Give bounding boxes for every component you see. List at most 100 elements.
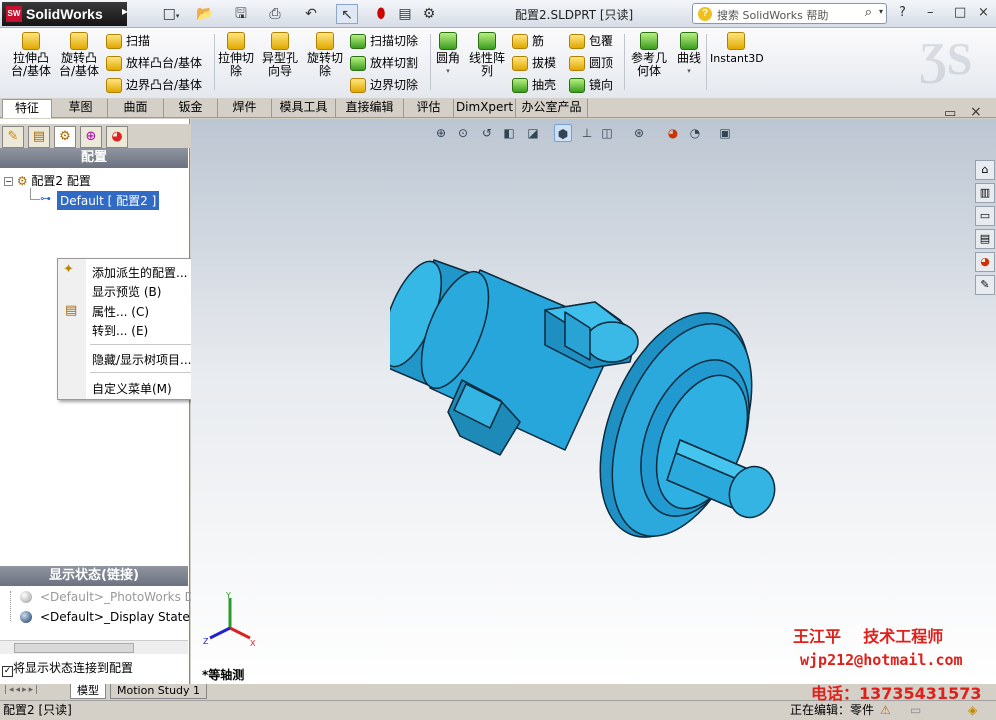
- fillet-button[interactable]: 圆角 ▾: [432, 32, 464, 78]
- instant3d-button[interactable]: Instant3D: [710, 32, 764, 65]
- undo-icon[interactable]: ↶: [300, 4, 322, 24]
- tab-evaluate[interactable]: 评估: [404, 99, 454, 118]
- close-button[interactable]: ×: [978, 5, 989, 20]
- rebuild-traffic-light-icon[interactable]: ⬮: [370, 4, 392, 24]
- view-palette-icon[interactable]: ▤: [975, 229, 995, 249]
- options-icon[interactable]: ⚙: [418, 4, 440, 24]
- horizontal-scrollbar[interactable]: [0, 640, 188, 654]
- lofted-cut-button[interactable]: 放样切割: [348, 54, 432, 74]
- view-settings-icon[interactable]: ▣: [716, 124, 734, 142]
- shell-button[interactable]: 抽壳: [510, 76, 566, 96]
- search-icon[interactable]: ⌕: [865, 5, 872, 20]
- curves-button[interactable]: 曲线 ▾: [674, 32, 704, 78]
- rib-button[interactable]: 筋: [510, 32, 566, 52]
- custom-properties-icon[interactable]: ✎: [975, 275, 995, 295]
- sweep-button[interactable]: 扫描: [104, 32, 214, 52]
- tab-direct-editing[interactable]: 直接编辑: [336, 99, 404, 118]
- checkbox-icon[interactable]: ✓: [2, 666, 13, 677]
- chevron-down-icon[interactable]: ▾: [879, 7, 883, 16]
- home-icon[interactable]: ⌂: [975, 160, 995, 180]
- zoom-to-area-icon[interactable]: ⊙: [454, 124, 472, 142]
- file-explorer-icon[interactable]: ▭: [975, 206, 995, 226]
- sweep-icon: [106, 34, 122, 49]
- revolve-boss-button[interactable]: 旋转凸 台/基体: [56, 32, 102, 78]
- reference-geometry-button[interactable]: 参考几 何体: [628, 32, 670, 78]
- properties-icon: ▤: [65, 303, 78, 318]
- menu-item-show-preview[interactable]: 显示预览 (B): [92, 283, 161, 300]
- watermark-email: wjp212@hotmail.com: [800, 651, 963, 669]
- viewport-restore-button[interactable]: ▭: [944, 106, 956, 121]
- extrude-cut-button[interactable]: 拉伸切除: [216, 32, 256, 78]
- menu-expand-arrow-icon[interactable]: ▸: [122, 4, 128, 18]
- loft-boss-button[interactable]: 放样凸台/基体: [104, 54, 214, 74]
- tab-motion-study[interactable]: Motion Study 1: [110, 684, 208, 699]
- help-button[interactable]: ?: [899, 5, 906, 20]
- tab-office-products[interactable]: 办公室产品: [516, 99, 588, 118]
- boundary-boss-button[interactable]: 边界凸台/基体: [104, 76, 214, 96]
- open-folder-icon[interactable]: 📂: [194, 4, 216, 24]
- minimize-button[interactable]: –: [927, 5, 934, 20]
- collapse-icon[interactable]: −: [4, 177, 13, 186]
- apply-scene-icon[interactable]: ◔: [686, 124, 704, 142]
- save-icon[interactable]: 🖫: [230, 4, 252, 24]
- chevron-down-icon[interactable]: ▾: [674, 65, 704, 78]
- help-search-box[interactable]: ? 搜索 SolidWorks 帮助 ⌕ ▾: [692, 3, 887, 24]
- new-document-icon[interactable]: □▾: [160, 4, 182, 24]
- mirror-button[interactable]: 镜向: [567, 76, 623, 96]
- config-tree-root[interactable]: − ⚙ 配置2 配置: [4, 172, 91, 189]
- menu-item-customize[interactable]: 自定义菜单(M): [92, 380, 172, 397]
- previous-view-icon[interactable]: ↺: [478, 124, 496, 142]
- tab-sketch[interactable]: 草图: [54, 99, 108, 118]
- display-style-icon[interactable]: ◫: [598, 124, 616, 142]
- view-orientation-icon[interactable]: ◪: [524, 124, 542, 142]
- display-manager-tab-icon[interactable]: ◕: [106, 126, 128, 148]
- edit-appearance-icon[interactable]: ◕: [664, 124, 682, 142]
- tab-features[interactable]: 特征: [2, 99, 52, 118]
- hide-show-items-icon[interactable]: ⊛: [630, 124, 648, 142]
- tab-surfaces[interactable]: 曲面: [108, 99, 164, 118]
- display-state-1[interactable]: <Default>_Display State 1: [40, 610, 201, 624]
- tab-dimxpert[interactable]: DimXpert: [454, 99, 516, 118]
- draft-button[interactable]: 拔模: [510, 54, 566, 74]
- axis-icon[interactable]: ⊥: [578, 124, 596, 142]
- tree-line: [10, 591, 11, 621]
- tab-sheet-metal[interactable]: 钣金: [164, 99, 218, 118]
- viewport-close-button[interactable]: ×: [970, 104, 982, 120]
- file-properties-icon[interactable]: ▤: [394, 4, 416, 24]
- section-view-icon[interactable]: ◧: [500, 124, 518, 142]
- revolve-cut-button[interactable]: 旋转切除: [304, 32, 346, 78]
- display-state-photoworks[interactable]: <Default>_PhotoWorks Di: [40, 590, 197, 604]
- help-question-icon: ?: [698, 7, 712, 21]
- boundary-cut-button[interactable]: 边界切除: [348, 76, 432, 96]
- swept-cut-button[interactable]: 扫描切除: [348, 32, 432, 52]
- menu-item-goto[interactable]: 转到... (E): [92, 322, 148, 339]
- tab-model[interactable]: 模型: [70, 684, 106, 699]
- dome-button[interactable]: 圆顶: [567, 54, 623, 74]
- dimxpert-manager-tab-icon[interactable]: ⊕: [80, 126, 102, 148]
- chevron-down-icon[interactable]: ▾: [432, 65, 464, 78]
- solidworks-menu-button[interactable]: SW SolidWorks: [2, 2, 127, 26]
- scrollbar-thumb[interactable]: [14, 643, 134, 653]
- revolve-cut-icon: [316, 32, 334, 50]
- config-item-default[interactable]: Default [ 配置2 ]: [55, 190, 161, 211]
- link-display-state-checkbox[interactable]: ✓ 将显示状态连接到配置: [2, 659, 133, 677]
- tab-scroll-arrows-icon[interactable]: |◂◂▸▸|: [4, 685, 40, 695]
- property-manager-tab-icon[interactable]: ▤: [28, 126, 50, 148]
- tab-weldments[interactable]: 焊件: [218, 99, 272, 118]
- part-model[interactable]: [390, 250, 790, 550]
- print-icon[interactable]: ⎙: [264, 4, 286, 24]
- hole-wizard-button[interactable]: 异型孔 向导: [258, 32, 302, 78]
- appearances-icon[interactable]: ◕: [975, 252, 995, 272]
- maximize-button[interactable]: □: [954, 5, 966, 20]
- design-library-icon[interactable]: ▥: [975, 183, 995, 203]
- feature-manager-tab-icon[interactable]: ✎: [2, 126, 24, 148]
- menu-item-properties[interactable]: 属性... (C): [92, 303, 149, 320]
- shaded-with-edges-icon[interactable]: ⬢: [554, 124, 572, 142]
- extrude-boss-button[interactable]: 拉伸凸 台/基体: [8, 32, 54, 78]
- linear-pattern-button[interactable]: 线性阵列: [468, 32, 506, 78]
- select-pointer-icon[interactable]: ↖: [336, 4, 358, 24]
- zoom-to-fit-icon[interactable]: ⊕: [432, 124, 450, 142]
- tab-mold-tools[interactable]: 模具工具: [272, 99, 336, 118]
- configuration-manager-tab-icon[interactable]: ⚙: [54, 126, 76, 148]
- wrap-button[interactable]: 包覆: [567, 32, 623, 52]
